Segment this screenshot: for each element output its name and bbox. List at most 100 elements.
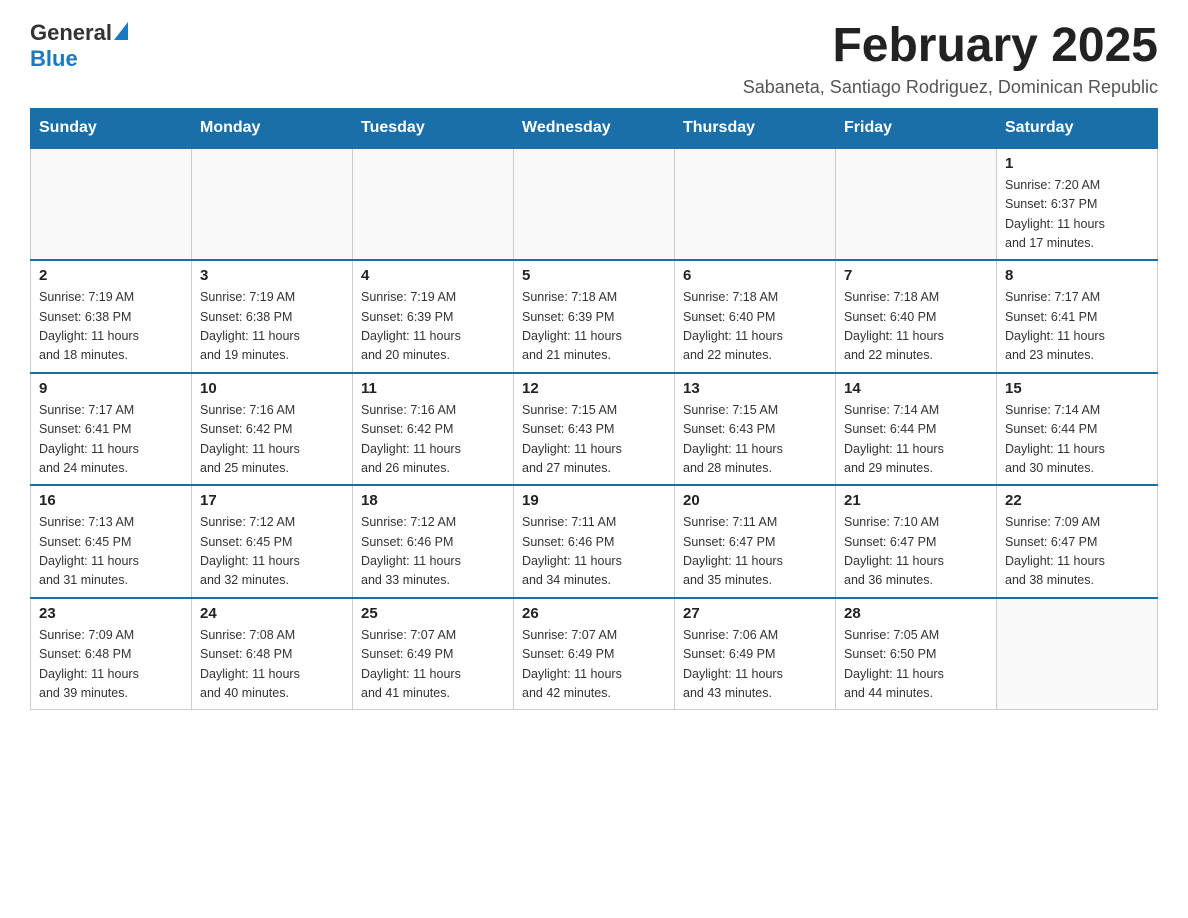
day-info: Sunrise: 7:13 AMSunset: 6:45 PMDaylight:… [39,513,183,591]
logo: General Blue [30,20,128,72]
calendar-cell: 2Sunrise: 7:19 AMSunset: 6:38 PMDaylight… [31,260,192,373]
day-info: Sunrise: 7:19 AMSunset: 6:39 PMDaylight:… [361,288,505,366]
logo-general-text: General [30,20,112,46]
calendar-cell: 21 Sunrise: 7:10 AMSunset: 6:47 PMDayligh… [836,485,997,598]
day-number: 22 [1005,492,1149,509]
day-info: Sunrise: 7:07 AMSunset: 6:49 PMDaylight:… [522,626,666,704]
day-info: Sunrise: 7:17 AMSunset: 6:41 PMDaylight:… [39,401,183,479]
logo-blue-text: Blue [30,46,78,71]
day-info: Sunrise: 7:10 AMSunset: 6:47 PMDaylight:… [844,513,988,591]
calendar-cell: 9Sunrise: 7:17 AMSunset: 6:41 PMDaylight… [31,373,192,486]
day-number: 6 [683,267,827,284]
calendar-cell [997,598,1158,710]
calendar-cell: 14 Sunrise: 7:14 AMSunset: 6:44 PMDayligh… [836,373,997,486]
calendar-cell: 19 Sunrise: 7:11 AMSunset: 6:46 PMDayligh… [514,485,675,598]
day-number: 8 [1005,267,1149,284]
day-number: 18 [361,492,505,509]
day-number: 23 [39,605,183,622]
calendar-cell: 27 Sunrise: 7:06 AMSunset: 6:49 PMDayligh… [675,598,836,710]
day-number: 19 [522,492,666,509]
calendar-cell: 11 Sunrise: 7:16 AMSunset: 6:42 PMDayligh… [353,373,514,486]
day-number: 7 [844,267,988,284]
day-number: 27 [683,605,827,622]
day-info: Sunrise: 7:18 AMSunset: 6:40 PMDaylight:… [683,288,827,366]
calendar-week-4: 16 Sunrise: 7:13 AMSunset: 6:45 PMDayligh… [31,485,1158,598]
main-title: February 2025 [743,20,1158,73]
calendar-cell: 16 Sunrise: 7:13 AMSunset: 6:45 PMDayligh… [31,485,192,598]
day-number: 20 [683,492,827,509]
calendar-cell: 13 Sunrise: 7:15 AMSunset: 6:43 PMDayligh… [675,373,836,486]
calendar-cell: 8 Sunrise: 7:17 AMSunset: 6:41 PMDaylight… [997,260,1158,373]
day-info: Sunrise: 7:14 AMSunset: 6:44 PMDaylight:… [1005,401,1149,479]
calendar-cell: 1 Sunrise: 7:20 AMSunset: 6:37 PMDaylight… [997,148,1158,261]
calendar-week-3: 9Sunrise: 7:17 AMSunset: 6:41 PMDaylight… [31,373,1158,486]
calendar-cell [836,148,997,261]
calendar-cell [675,148,836,261]
col-header-wednesday: Wednesday [514,108,675,148]
day-number: 3 [200,267,344,284]
calendar-week-2: 2Sunrise: 7:19 AMSunset: 6:38 PMDaylight… [31,260,1158,373]
day-info: Sunrise: 7:05 AMSunset: 6:50 PMDaylight:… [844,626,988,704]
calendar-cell: 18 Sunrise: 7:12 AMSunset: 6:46 PMDayligh… [353,485,514,598]
day-info: Sunrise: 7:18 AMSunset: 6:40 PMDaylight:… [844,288,988,366]
day-number: 15 [1005,380,1149,397]
day-number: 24 [200,605,344,622]
day-number: 4 [361,267,505,284]
day-info: Sunrise: 7:12 AMSunset: 6:46 PMDaylight:… [361,513,505,591]
calendar-cell [353,148,514,261]
day-info: Sunrise: 7:15 AMSunset: 6:43 PMDaylight:… [522,401,666,479]
calendar-cell: 28Sunrise: 7:05 AMSunset: 6:50 PMDayligh… [836,598,997,710]
col-header-friday: Friday [836,108,997,148]
col-header-thursday: Thursday [675,108,836,148]
calendar-cell: 22 Sunrise: 7:09 AMSunset: 6:47 PMDayligh… [997,485,1158,598]
day-number: 17 [200,492,344,509]
calendar-cell: 23Sunrise: 7:09 AMSunset: 6:48 PMDayligh… [31,598,192,710]
day-info: Sunrise: 7:16 AMSunset: 6:42 PMDaylight:… [361,401,505,479]
calendar-cell: 15 Sunrise: 7:14 AMSunset: 6:44 PMDayligh… [997,373,1158,486]
calendar-cell: 12 Sunrise: 7:15 AMSunset: 6:43 PMDayligh… [514,373,675,486]
calendar-cell: 5 Sunrise: 7:18 AMSunset: 6:39 PMDaylight… [514,260,675,373]
day-number: 13 [683,380,827,397]
calendar-cell: 6 Sunrise: 7:18 AMSunset: 6:40 PMDaylight… [675,260,836,373]
day-number: 12 [522,380,666,397]
day-info: Sunrise: 7:11 AMSunset: 6:46 PMDaylight:… [522,513,666,591]
calendar-cell [192,148,353,261]
calendar-cell [514,148,675,261]
day-number: 14 [844,380,988,397]
day-number: 1 [1005,155,1149,172]
calendar-cell: 26 Sunrise: 7:07 AMSunset: 6:49 PMDayligh… [514,598,675,710]
title-block: February 2025 Sabaneta, Santiago Rodrigu… [743,20,1158,98]
day-info: Sunrise: 7:18 AMSunset: 6:39 PMDaylight:… [522,288,666,366]
day-info: Sunrise: 7:19 AMSunset: 6:38 PMDaylight:… [39,288,183,366]
day-number: 11 [361,380,505,397]
logo-arrow-icon [114,22,128,40]
day-number: 10 [200,380,344,397]
day-info: Sunrise: 7:09 AMSunset: 6:47 PMDaylight:… [1005,513,1149,591]
calendar-cell: 25 Sunrise: 7:07 AMSunset: 6:49 PMDayligh… [353,598,514,710]
day-info: Sunrise: 7:20 AMSunset: 6:37 PMDaylight:… [1005,176,1149,254]
day-info: Sunrise: 7:14 AMSunset: 6:44 PMDaylight:… [844,401,988,479]
day-info: Sunrise: 7:08 AMSunset: 6:48 PMDaylight:… [200,626,344,704]
calendar-header-row: SundayMondayTuesdayWednesdayThursdayFrid… [31,108,1158,148]
day-number: 21 [844,492,988,509]
day-info: Sunrise: 7:17 AMSunset: 6:41 PMDaylight:… [1005,288,1149,366]
day-info: Sunrise: 7:06 AMSunset: 6:49 PMDaylight:… [683,626,827,704]
day-info: Sunrise: 7:15 AMSunset: 6:43 PMDaylight:… [683,401,827,479]
col-header-monday: Monday [192,108,353,148]
day-info: Sunrise: 7:12 AMSunset: 6:45 PMDaylight:… [200,513,344,591]
calendar-cell [31,148,192,261]
day-number: 5 [522,267,666,284]
day-number: 25 [361,605,505,622]
day-number: 16 [39,492,183,509]
calendar-header: SundayMondayTuesdayWednesdayThursdayFrid… [31,108,1158,148]
calendar-body: 1 Sunrise: 7:20 AMSunset: 6:37 PMDaylight… [31,148,1158,710]
page-header: General Blue February 2025 Sabaneta, San… [30,20,1158,98]
calendar-week-5: 23Sunrise: 7:09 AMSunset: 6:48 PMDayligh… [31,598,1158,710]
subtitle: Sabaneta, Santiago Rodriguez, Dominican … [743,77,1158,98]
day-number: 26 [522,605,666,622]
calendar-cell: 20Sunrise: 7:11 AMSunset: 6:47 PMDayligh… [675,485,836,598]
day-info: Sunrise: 7:19 AMSunset: 6:38 PMDaylight:… [200,288,344,366]
day-info: Sunrise: 7:07 AMSunset: 6:49 PMDaylight:… [361,626,505,704]
day-info: Sunrise: 7:16 AMSunset: 6:42 PMDaylight:… [200,401,344,479]
calendar-cell: 4 Sunrise: 7:19 AMSunset: 6:39 PMDaylight… [353,260,514,373]
